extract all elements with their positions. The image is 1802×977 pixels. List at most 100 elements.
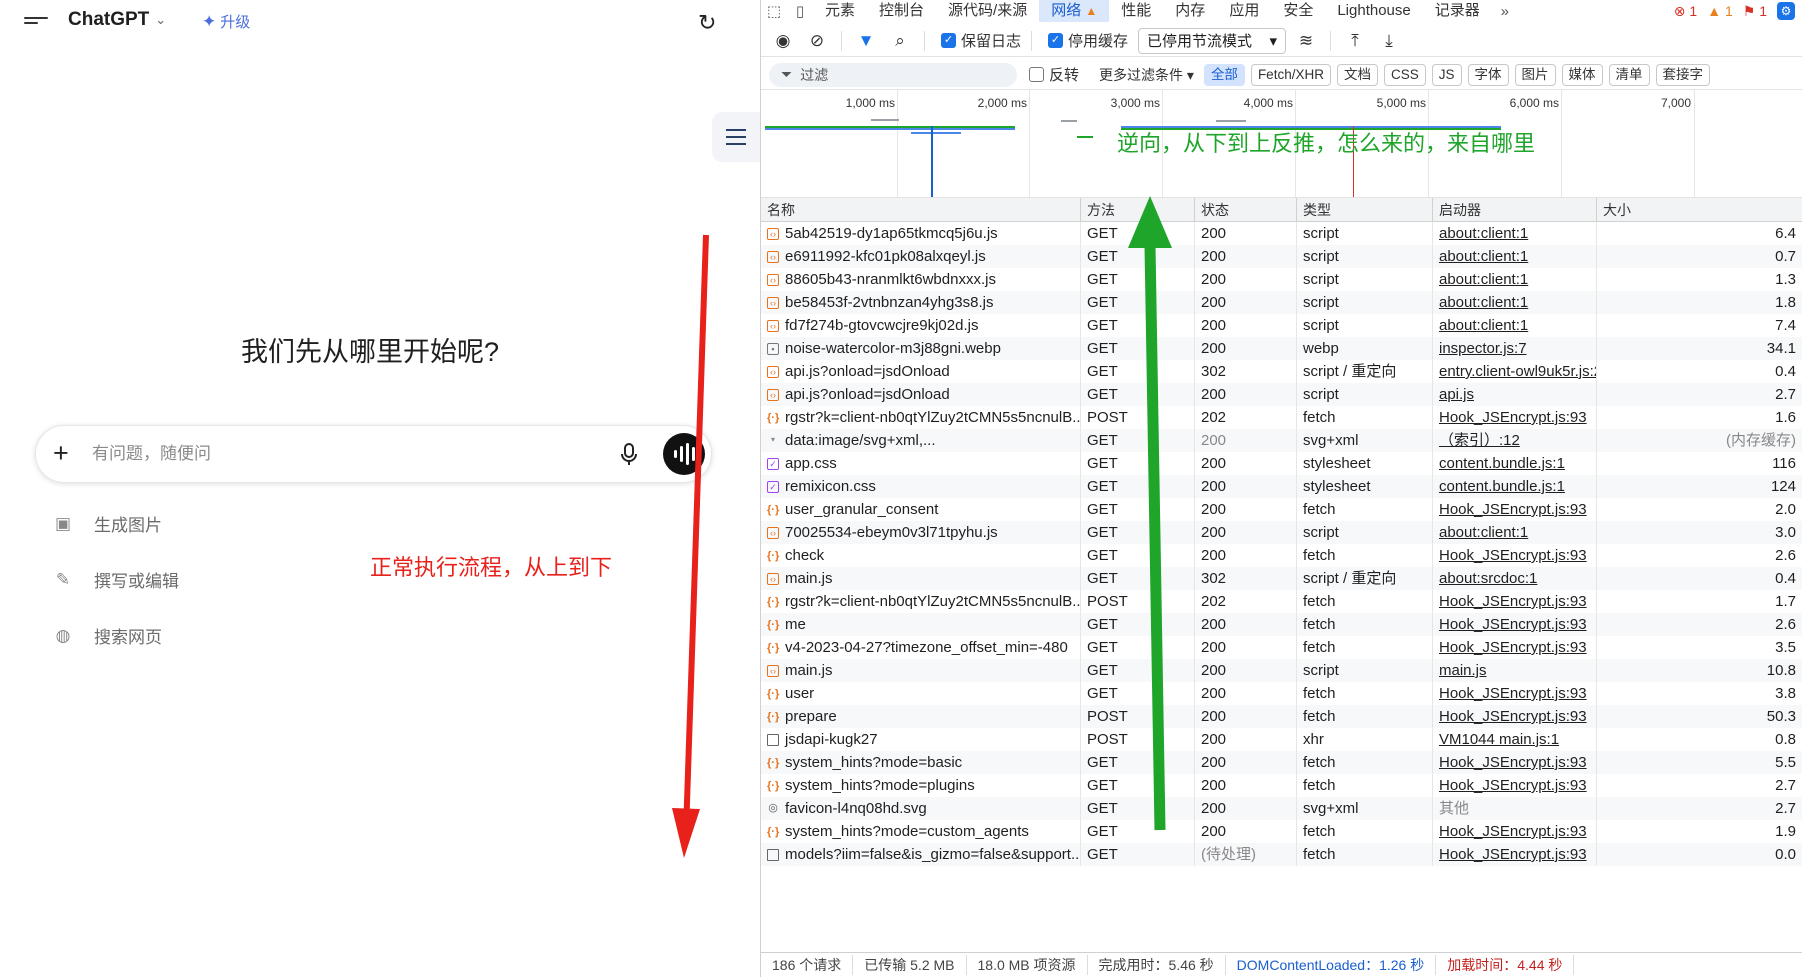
request-row[interactable]: ‹› main.js GET 200 script main.js 10.8 — [761, 659, 1802, 682]
request-initiator-link[interactable]: （索引）:12 — [1433, 429, 1597, 452]
request-initiator-link[interactable]: about:client:1 — [1433, 222, 1597, 245]
clear-icon[interactable]: ⊘ — [803, 27, 831, 55]
suggestion-generate-image[interactable]: ▣ 生成图片 — [52, 511, 162, 536]
request-initiator-link[interactable]: entry.client-owl9uk5r.js:2 — [1433, 360, 1597, 383]
preserve-log-checkbox[interactable]: ✓ 保留日志 — [941, 30, 1021, 51]
request-row[interactable]: {·} rgstr?k=client-nb0qtYlZuy2tCMN5s5ncnu… — [761, 406, 1802, 429]
request-row[interactable]: models?iim=false&is_gizmo=false&support.… — [761, 843, 1802, 866]
more-tabs-icon[interactable]: » — [1492, 3, 1518, 20]
request-row[interactable]: {·} me GET 200 fetch Hook_JSEncrypt.js:93 2.6 — [761, 613, 1802, 636]
column-initiator[interactable]: 启动器 — [1433, 198, 1597, 221]
request-row[interactable]: {·} system_hints?mode=plugins GET 200 fetch H… — [761, 774, 1802, 797]
request-initiator-link[interactable]: Hook_JSEncrypt.js:93 — [1433, 636, 1597, 659]
more-filters-dropdown[interactable]: 更多过滤条件 ▾ — [1099, 65, 1194, 85]
settings-icon[interactable]: ⚙ — [1777, 2, 1795, 20]
invert-checkbox[interactable]: 反转 — [1029, 64, 1079, 85]
request-initiator-link[interactable]: Hook_JSEncrypt.js:93 — [1433, 820, 1597, 843]
suggestion-write-edit[interactable]: ✎ 撰写或编辑 — [52, 567, 179, 592]
request-initiator-link[interactable]: VM1044 main.js:1 — [1433, 728, 1597, 751]
request-row[interactable]: ▾ data:image/svg+xml,... GET 200 svg+xml （索引）… — [761, 429, 1802, 452]
request-row[interactable]: ‹› api.js?onload=jsdOnload GET 200 script api… — [761, 383, 1802, 406]
request-row[interactable]: jsdapi-kugk27 POST 200 xhr VM1044 main.js:1 0… — [761, 728, 1802, 751]
outline-list-icon[interactable] — [712, 112, 760, 162]
request-row[interactable]: {·} user_granular_consent GET 200 fetch Hook_… — [761, 498, 1802, 521]
request-initiator-link[interactable]: inspector.js:7 — [1433, 337, 1597, 360]
request-row[interactable]: ◎ favicon-l4nq08hd.svg GET 200 svg+xml 其他 2.7 — [761, 797, 1802, 820]
request-row[interactable]: ✓ remixicon.css GET 200 stylesheet content.bu… — [761, 475, 1802, 498]
request-initiator-link[interactable]: Hook_JSEncrypt.js:93 — [1433, 843, 1597, 866]
tab-recorder[interactable]: 记录器 — [1423, 0, 1492, 22]
voice-mode-button[interactable] — [663, 433, 705, 475]
request-initiator-link[interactable]: about:client:1 — [1433, 245, 1597, 268]
column-name[interactable]: 名称 — [761, 198, 1081, 221]
device-toolbar-icon[interactable]: ▯ — [787, 2, 813, 20]
request-initiator-link[interactable]: Hook_JSEncrypt.js:93 — [1433, 613, 1597, 636]
microphone-icon[interactable] — [621, 440, 637, 468]
request-initiator-link[interactable]: Hook_JSEncrypt.js:93 — [1433, 774, 1597, 797]
search-icon[interactable]: ⌕ — [886, 27, 914, 55]
suggestion-search-web[interactable]: ◍ 搜索网页 — [52, 623, 162, 648]
filter-chip-manifest[interactable]: 清单 — [1608, 63, 1650, 86]
request-initiator-link[interactable]: content.bundle.js:1 — [1433, 475, 1597, 498]
request-initiator-link[interactable]: about:client:1 — [1433, 314, 1597, 337]
upgrade-button[interactable]: ✦ 升级 — [202, 11, 250, 32]
request-initiator-link[interactable]: main.js — [1433, 659, 1597, 682]
request-row[interactable]: ‹› 88605b43-nranmlkt6wbdnxxx.js GET 200 scri… — [761, 268, 1802, 291]
request-initiator-link[interactable]: Hook_JSEncrypt.js:93 — [1433, 544, 1597, 567]
request-initiator-link[interactable]: content.bundle.js:1 — [1433, 452, 1597, 475]
tab-console[interactable]: 控制台 — [867, 0, 936, 22]
request-initiator-link[interactable]: Hook_JSEncrypt.js:93 — [1433, 498, 1597, 521]
filter-chip-js[interactable]: JS — [1431, 63, 1462, 86]
column-size[interactable]: 大小 — [1597, 198, 1802, 221]
export-har-icon[interactable]: ⤓ — [1375, 27, 1403, 55]
filter-chip-img[interactable]: 图片 — [1514, 63, 1556, 86]
tab-security[interactable]: 安全 — [1271, 0, 1325, 22]
request-row[interactable]: {·} system_hints?mode=custom_agents GET 200… — [761, 820, 1802, 843]
temporary-chat-icon[interactable]: ↻ — [698, 10, 716, 36]
request-row[interactable]: {·} system_hints?mode=basic GET 200 fetch Hoo… — [761, 751, 1802, 774]
tab-application[interactable]: 应用 — [1217, 0, 1271, 22]
request-initiator-link[interactable]: Hook_JSEncrypt.js:93 — [1433, 751, 1597, 774]
issue-counters[interactable]: ⊗ 1 ▲ 1 ⚑ 1 ⚙ — [1674, 0, 1795, 22]
tab-lighthouse[interactable]: Lighthouse — [1325, 0, 1422, 22]
request-row[interactable]: ▪ noise-watercolor-m3j88gni.webp GET 200 web… — [761, 337, 1802, 360]
filter-chip-fetch-xhr[interactable]: Fetch/XHR — [1250, 63, 1331, 86]
request-row[interactable]: ‹› 70025534-ebeym0v3l71tpyhu.js GET 200 scri… — [761, 521, 1802, 544]
request-initiator-link[interactable]: Hook_JSEncrypt.js:93 — [1433, 705, 1597, 728]
tab-sources[interactable]: 源代码/来源 — [936, 0, 1039, 22]
tab-performance[interactable]: 性能 — [1109, 0, 1163, 22]
filter-chip-media[interactable]: 媒体 — [1561, 63, 1603, 86]
column-method[interactable]: 方法 — [1081, 198, 1195, 221]
request-initiator-link[interactable]: about:client:1 — [1433, 521, 1597, 544]
filter-input[interactable]: ⏷ 过滤 — [769, 62, 1017, 87]
request-row[interactable]: ‹› e6911992-kfc01pk08alxqeyl.js GET 200 scri… — [761, 245, 1802, 268]
request-row[interactable]: ✓ app.css GET 200 stylesheet content.bundle.j… — [761, 452, 1802, 475]
plus-icon[interactable]: + — [53, 438, 69, 469]
filter-icon[interactable]: ▼ — [852, 27, 880, 55]
request-row[interactable]: ‹› be58453f-2vtnbnzan4yhg3s8.js GET 200 scri… — [761, 291, 1802, 314]
request-row[interactable]: ‹› api.js?onload=jsdOnload GET 302 script / … — [761, 360, 1802, 383]
column-status[interactable]: 状态 — [1195, 198, 1297, 221]
filter-chip-socket[interactable]: 套接字 — [1655, 63, 1710, 86]
column-type[interactable]: 类型 — [1297, 198, 1433, 221]
sidebar-menu-icon[interactable] — [24, 14, 48, 34]
filter-chip-all[interactable]: 全部 — [1203, 63, 1245, 86]
import-har-icon[interactable]: ⤒ — [1341, 27, 1369, 55]
request-row[interactable]: {·} user GET 200 fetch Hook_JSEncrypt.js:93 3.… — [761, 682, 1802, 705]
filter-chip-css[interactable]: CSS — [1383, 63, 1426, 86]
prompt-input[interactable] — [92, 440, 592, 468]
request-initiator-link[interactable]: api.js — [1433, 383, 1597, 406]
record-icon[interactable]: ◉ — [769, 27, 797, 55]
throttle-select[interactable]: 已停用节流模式 ▾ — [1138, 27, 1287, 54]
request-initiator-link[interactable]: Hook_JSEncrypt.js:93 — [1433, 590, 1597, 613]
request-initiator-link[interactable]: Hook_JSEncrypt.js:93 — [1433, 682, 1597, 705]
request-row[interactable]: ‹› fd7f274b-gtovcwcjre9kj02d.js GET 200 scri… — [761, 314, 1802, 337]
network-overview-timeline[interactable]: 1,000 ms 2,000 ms 3,000 ms 4,000 ms 5,00… — [761, 90, 1802, 198]
request-initiator-link[interactable]: about:srcdoc:1 — [1433, 567, 1597, 590]
request-row[interactable]: ‹› 5ab42519-dy1ap65tkmcq5j6u.js GET 200 scri… — [761, 222, 1802, 245]
tab-elements[interactable]: 元素 — [813, 0, 867, 22]
request-row[interactable]: {·} check GET 200 fetch Hook_JSEncrypt.js:93 2… — [761, 544, 1802, 567]
filter-chip-font[interactable]: 字体 — [1467, 63, 1509, 86]
filter-chip-doc[interactable]: 文档 — [1336, 63, 1378, 86]
request-initiator-link[interactable]: Hook_JSEncrypt.js:93 — [1433, 406, 1597, 429]
